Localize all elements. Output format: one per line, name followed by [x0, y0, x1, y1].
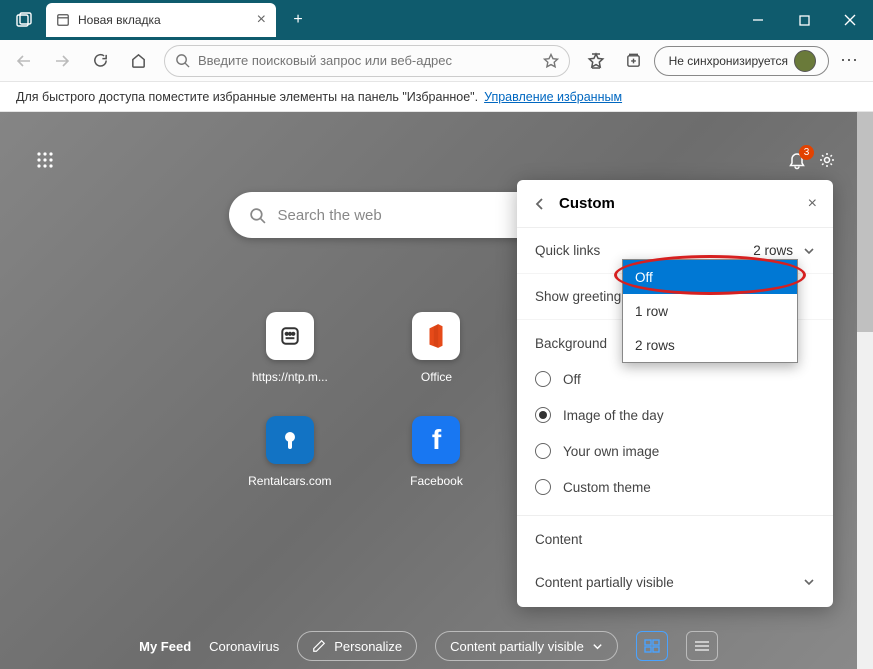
- back-button[interactable]: [6, 45, 42, 77]
- address-bar[interactable]: [164, 45, 570, 77]
- new-tab-content: 3 Search the web https://ntp.m... Office…: [0, 112, 873, 669]
- bg-option-image-of-day[interactable]: Image of the day: [517, 397, 833, 433]
- rentalcars-icon: [266, 416, 314, 464]
- radio-icon: [535, 479, 551, 495]
- layout-grid-icon[interactable]: [636, 631, 668, 661]
- dropdown-option-off[interactable]: Off: [623, 260, 797, 294]
- ntp-header: 3: [36, 140, 837, 180]
- tile-rentalcars[interactable]: Rentalcars.com: [217, 416, 364, 488]
- tile-ntp[interactable]: https://ntp.m...: [217, 312, 364, 384]
- personalize-button[interactable]: Personalize: [297, 631, 417, 661]
- bg-option-own-image[interactable]: Your own image: [517, 433, 833, 469]
- coronavirus-link[interactable]: Coronavirus: [209, 639, 279, 654]
- scrollbar-thumb[interactable]: [857, 112, 873, 332]
- close-tab-icon[interactable]: ×: [257, 11, 266, 29]
- sync-profile-button[interactable]: Не синхронизируется: [654, 46, 829, 76]
- search-icon: [175, 53, 190, 68]
- quick-links-value: 2 rows: [753, 243, 793, 258]
- sync-label: Не синхронизируется: [669, 54, 788, 68]
- tab-strip: Новая вкладка × +: [0, 0, 314, 40]
- home-button[interactable]: [120, 45, 156, 77]
- layout-list-icon[interactable]: [686, 631, 718, 661]
- radio-icon: [535, 371, 551, 387]
- tabsets-icon[interactable]: [8, 4, 40, 36]
- panel-header: Custom ×: [517, 180, 833, 228]
- page-settings-panel: Custom × Quick links 2 rows Show greetin…: [517, 180, 833, 607]
- page-icon: [56, 13, 70, 27]
- search-placeholder: Search the web: [278, 207, 382, 224]
- tile-office[interactable]: Office: [363, 312, 510, 384]
- panel-title: Custom: [559, 195, 615, 212]
- dropdown-option-1row[interactable]: 1 row: [623, 294, 797, 328]
- page-settings-icon[interactable]: [817, 150, 837, 170]
- chevron-down-icon: [803, 245, 815, 257]
- office-icon: [412, 312, 460, 360]
- minimize-button[interactable]: [735, 0, 781, 40]
- quick-links-label: Quick links: [535, 243, 600, 258]
- facebook-icon: f: [412, 416, 460, 464]
- more-menu-button[interactable]: ⋯: [831, 45, 867, 77]
- pencil-icon: [312, 639, 326, 653]
- maximize-button[interactable]: [781, 0, 827, 40]
- tile-facebook[interactable]: f Facebook: [363, 416, 510, 488]
- close-window-button[interactable]: [827, 0, 873, 40]
- radio-icon: [535, 443, 551, 459]
- content-visibility-button[interactable]: Content partially visible: [435, 631, 618, 661]
- forward-button[interactable]: [44, 45, 80, 77]
- window-titlebar: Новая вкладка × +: [0, 0, 873, 40]
- show-greeting-label: Show greeting: [535, 289, 621, 304]
- feed-bottom-bar: My Feed Coronavirus Personalize Content …: [0, 623, 857, 669]
- chevron-down-icon: [592, 641, 603, 652]
- content-section-label: Content: [517, 516, 833, 557]
- myfeed-link[interactable]: My Feed: [139, 639, 191, 654]
- notification-badge: 3: [799, 145, 814, 160]
- favorites-icon[interactable]: [578, 45, 614, 77]
- address-input[interactable]: [198, 53, 535, 68]
- window-controls: [735, 0, 873, 40]
- search-icon: [249, 207, 266, 224]
- dropdown-option-2rows[interactable]: 2 rows: [623, 328, 797, 362]
- favbar-manage-link[interactable]: Управление избранным: [484, 90, 622, 104]
- browser-tab[interactable]: Новая вкладка ×: [46, 3, 276, 37]
- favbar-text: Для быстрого доступа поместите избранные…: [16, 90, 478, 104]
- collections-icon[interactable]: [616, 45, 652, 77]
- radio-checked-icon: [535, 407, 551, 423]
- apps-grid-icon[interactable]: [36, 151, 54, 169]
- favorites-bar: Для быстрого доступа поместите избранные…: [0, 82, 873, 112]
- quick-links-dropdown: Off 1 row 2 rows: [622, 259, 798, 363]
- chevron-down-icon: [803, 576, 815, 588]
- tab-title: Новая вкладка: [78, 13, 161, 27]
- refresh-button[interactable]: [82, 45, 118, 77]
- vertical-scrollbar[interactable]: [857, 112, 873, 669]
- content-value: Content partially visible: [535, 575, 674, 590]
- panel-close-icon[interactable]: ×: [808, 195, 817, 213]
- bg-option-off[interactable]: Off: [517, 361, 833, 397]
- new-tab-button[interactable]: +: [282, 4, 314, 36]
- back-icon[interactable]: [533, 197, 547, 211]
- avatar-icon: [794, 50, 816, 72]
- notifications-icon[interactable]: 3: [787, 150, 807, 170]
- content-visibility-row[interactable]: Content partially visible: [517, 557, 833, 607]
- favorite-star-icon[interactable]: [543, 53, 559, 69]
- browser-toolbar: Не синхронизируется ⋯: [0, 40, 873, 82]
- bg-option-custom-theme[interactable]: Custom theme: [517, 469, 833, 505]
- generic-site-icon: [266, 312, 314, 360]
